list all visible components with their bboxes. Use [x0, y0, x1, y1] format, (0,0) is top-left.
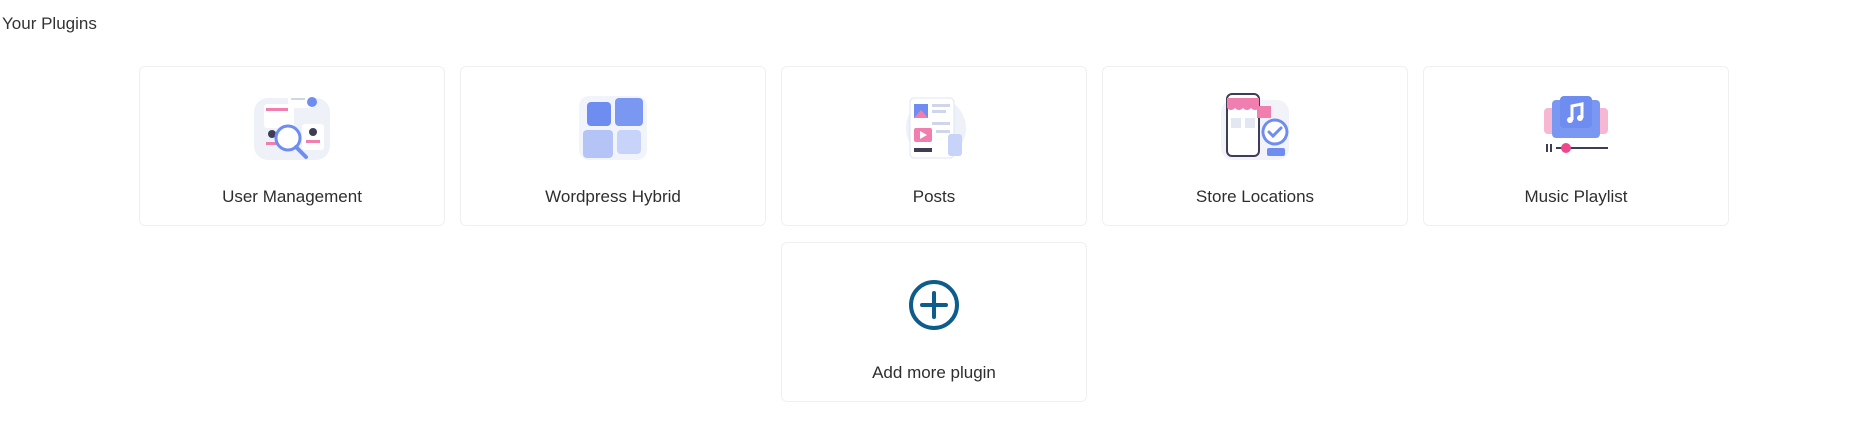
add-plugin-card[interactable]: Add more plugin	[781, 242, 1087, 402]
plugin-label: Music Playlist	[1524, 187, 1628, 206]
add-plugin-label: Add more plugin	[872, 363, 996, 382]
store-locations-icon	[1213, 90, 1297, 162]
music-playlist-icon	[1534, 90, 1618, 162]
plugin-card-posts[interactable]: Posts	[781, 66, 1087, 226]
plugin-label: Posts	[912, 187, 956, 206]
plugin-card-music-playlist[interactable]: Music Playlist	[1423, 66, 1729, 226]
plugin-grid: User Management Wordpress Hybrid Posts S…	[139, 66, 1732, 402]
wordpress-hybrid-icon	[571, 90, 655, 162]
posts-icon	[892, 90, 976, 162]
plugin-label: Store Locations	[1195, 187, 1315, 206]
plugin-card-wordpress-hybrid[interactable]: Wordpress Hybrid	[460, 66, 766, 226]
page-title: Your Plugins	[2, 14, 97, 33]
plugin-label: Wordpress Hybrid	[545, 187, 681, 206]
plugin-label: User Management	[222, 187, 362, 206]
plugin-card-user-management[interactable]: User Management	[139, 66, 445, 226]
add-circle-icon	[908, 279, 960, 331]
user-management-icon	[250, 90, 334, 162]
plugin-card-store-locations[interactable]: Store Locations	[1102, 66, 1408, 226]
